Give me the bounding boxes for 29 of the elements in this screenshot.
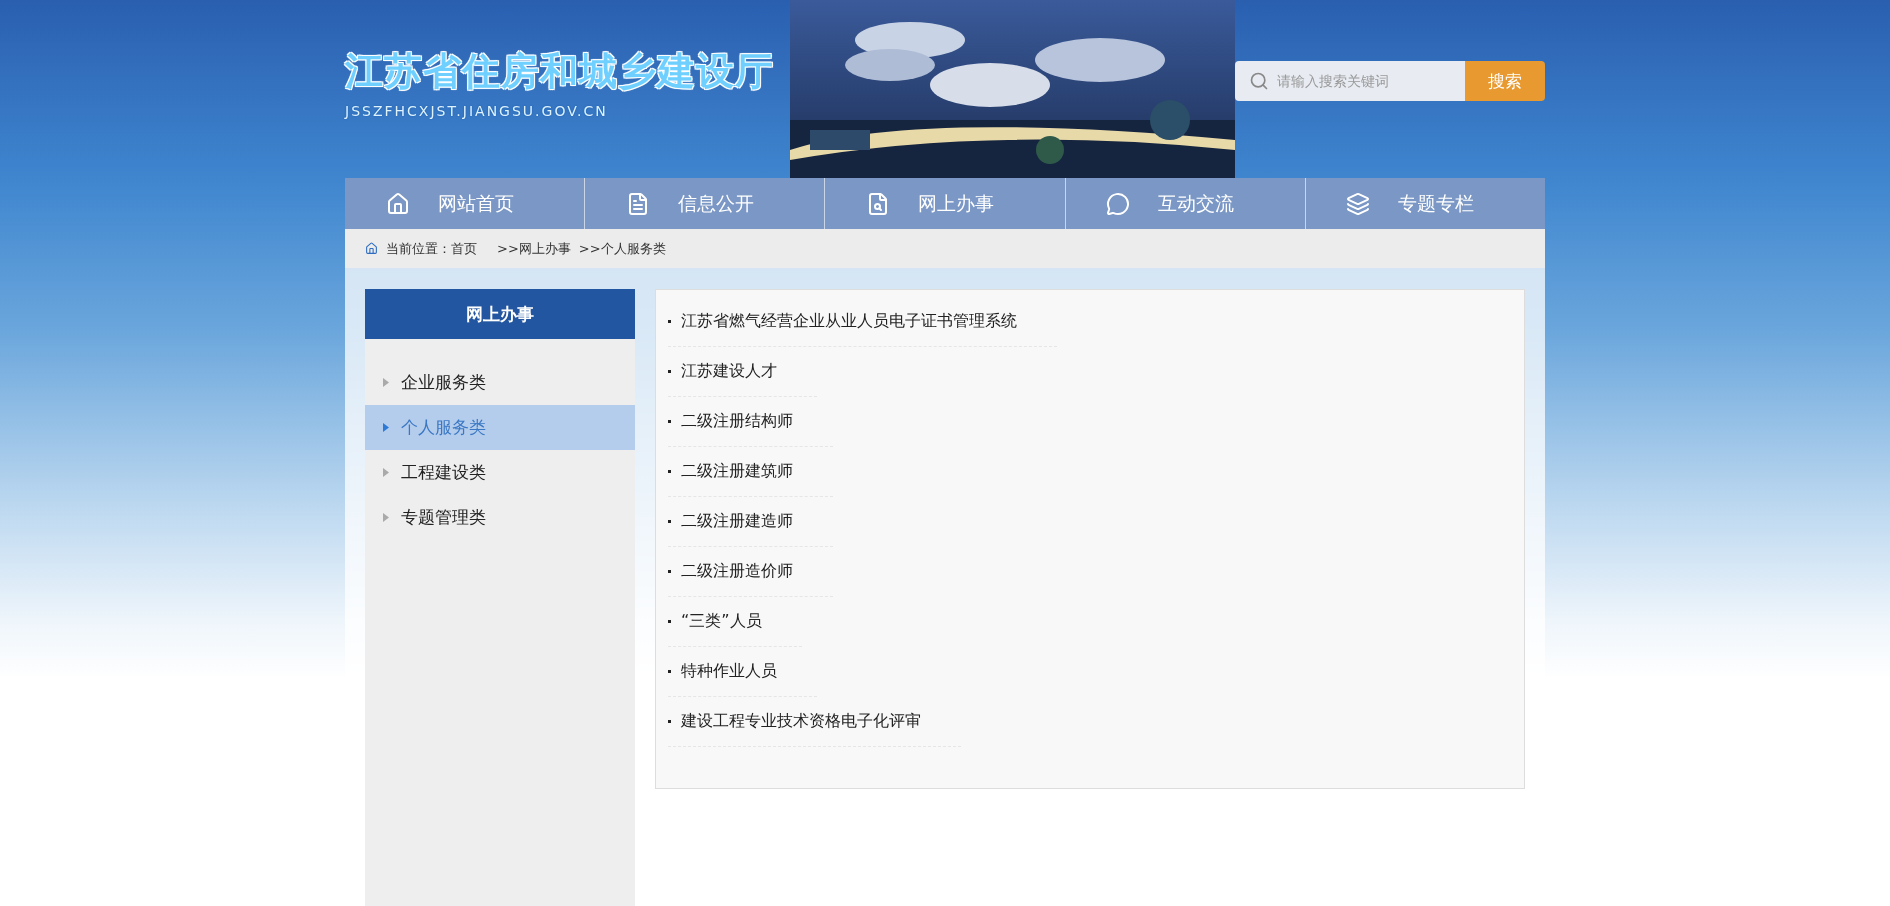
search-field[interactable]: 请输入搜索关键词 bbox=[1235, 61, 1465, 101]
document-search-icon bbox=[866, 191, 890, 216]
home-icon bbox=[385, 191, 410, 216]
triangle-icon bbox=[383, 468, 389, 477]
breadcrumb-link[interactable]: 当前位置：首页 bbox=[386, 239, 477, 258]
breadcrumb-link[interactable]: >>个人服务类 bbox=[578, 239, 666, 258]
list-link[interactable]: 建设工程专业技术资格电子化评审 bbox=[668, 697, 961, 747]
list-link[interactable]: 二级注册结构师 bbox=[668, 397, 833, 447]
list-link[interactable]: 江苏建设人才 bbox=[668, 347, 817, 397]
list-link[interactable]: 江苏省燃气经营企业从业人员电子证书管理系统 bbox=[668, 297, 1057, 347]
triangle-icon bbox=[383, 423, 389, 432]
breadcrumb-link[interactable]: >>网上办事 bbox=[497, 239, 571, 258]
sidebar-item[interactable]: 企业服务类 bbox=[365, 360, 635, 405]
home-icon bbox=[365, 242, 378, 255]
list-link[interactable]: 二级注册建造师 bbox=[668, 497, 833, 547]
layers-icon bbox=[1346, 191, 1371, 216]
sidebar-item[interactable]: 工程建设类 bbox=[365, 450, 635, 495]
list-link[interactable]: “三类”人员 bbox=[668, 597, 802, 647]
sidebar-item[interactable]: 专题管理类 bbox=[365, 495, 635, 540]
site-title: 江苏省住房和城乡建设厅 bbox=[345, 48, 774, 95]
site-domain: JSSZFHCXJST.JIANGSU.GOV.CN bbox=[345, 103, 608, 119]
list-link[interactable]: 二级注册造价师 bbox=[668, 547, 833, 597]
list-link[interactable]: 二级注册建筑师 bbox=[668, 447, 833, 497]
search-icon bbox=[1249, 71, 1269, 91]
triangle-icon bbox=[383, 513, 389, 522]
triangle-icon bbox=[383, 378, 389, 387]
sidebar-title: 网上办事 bbox=[365, 289, 635, 339]
chat-icon bbox=[1106, 191, 1131, 216]
list-link[interactable]: 特种作业人员 bbox=[668, 647, 817, 697]
